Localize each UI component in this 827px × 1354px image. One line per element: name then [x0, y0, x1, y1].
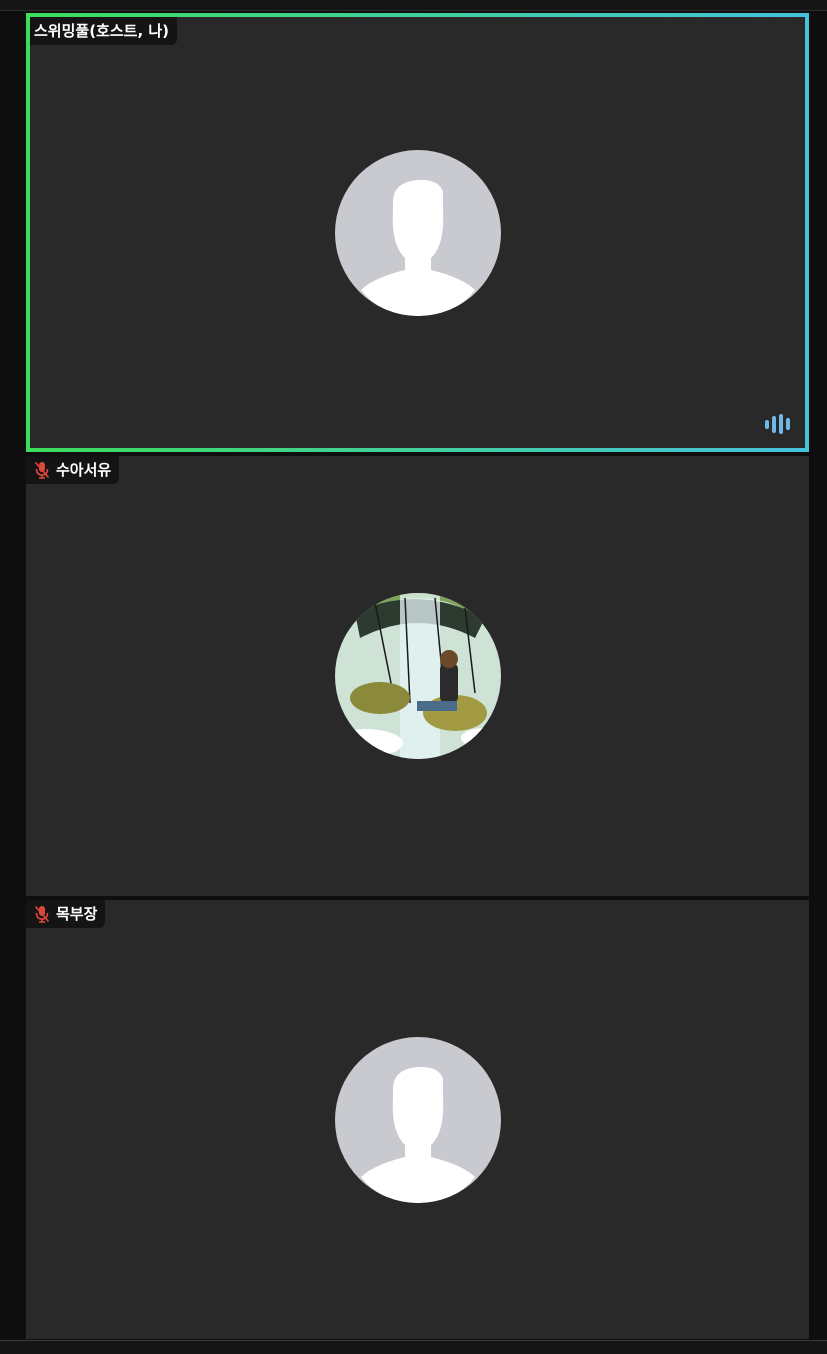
participant-name-tag: 수아서유 — [26, 456, 120, 484]
top-strip — [0, 0, 827, 11]
video-tile-participant[interactable]: 수아서유 — [26, 456, 809, 896]
bottom-strip — [0, 1340, 827, 1354]
avatar — [335, 593, 501, 759]
illustration-avatar-icon — [335, 593, 501, 759]
default-person-icon — [335, 1037, 501, 1203]
participant-name-tag: 목부장 — [26, 900, 106, 928]
avatar — [335, 150, 501, 316]
audio-level-icon — [765, 414, 793, 438]
participant-name-tag: 스위밍풀(호스트, 나) — [30, 17, 178, 45]
video-tile-participant[interactable]: 목부장 — [26, 900, 809, 1339]
participant-name: 목부장 — [56, 905, 98, 923]
mic-muted-icon — [34, 905, 50, 923]
video-tile-host[interactable]: 스위밍풀(호스트, 나) — [26, 13, 809, 452]
participant-name: 스위밍풀(호스트, 나) — [34, 22, 170, 40]
participant-name: 수아서유 — [56, 461, 112, 479]
default-person-icon — [335, 150, 501, 316]
mic-muted-icon — [34, 461, 50, 479]
avatar — [335, 1037, 501, 1203]
